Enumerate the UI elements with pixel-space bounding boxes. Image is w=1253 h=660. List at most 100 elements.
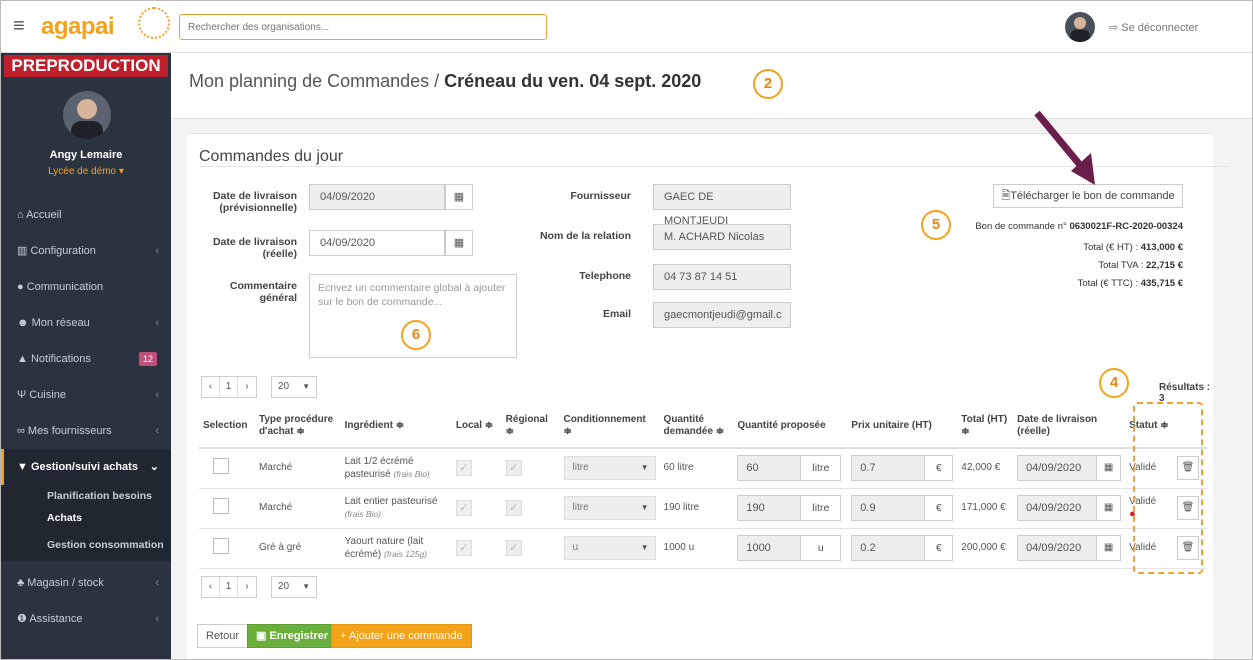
calendar-icon[interactable]: ▦ (1096, 496, 1121, 520)
page-size-select[interactable]: 20 ▼ (271, 576, 317, 598)
regional-checkbox: ✓ (505, 500, 522, 516)
calendar-icon[interactable]: ▦ (1096, 456, 1121, 481)
col-regional[interactable]: Régional ≑ (501, 404, 560, 449)
local-checkbox: ✓ (455, 540, 472, 556)
pagination-bottom[interactable]: ‹ 1 › (201, 576, 257, 598)
page-title: Mon planning de Commandes / Créneau du v… (189, 71, 702, 91)
regional-checkbox: ✓ (505, 540, 522, 556)
local-checkbox: ✓ (455, 500, 472, 516)
row-checkbox[interactable] (213, 458, 229, 475)
logout-icon: ⇨ (1109, 22, 1122, 34)
sidebar-item-stock[interactable]: ♣ Magasin / stock ‹ (1, 565, 171, 601)
pointer-arrow-icon (1034, 110, 1095, 185)
row-checkbox[interactable] (213, 538, 229, 554)
email-label: Email (602, 308, 631, 320)
add-order-button[interactable]: + Ajouter une commande (331, 624, 472, 648)
calendar-icon[interactable]: ▦ (1096, 536, 1121, 560)
results-count: Résultats : 3 (1159, 382, 1211, 404)
delivery-real-field[interactable]: 04/09/2020 (309, 230, 445, 256)
unit-price-input[interactable]: 0.7 € (851, 455, 954, 482)
subnav-planification[interactable]: Planification besoins (1, 485, 171, 507)
menu-icon[interactable]: ≡ (13, 15, 25, 38)
sidebar-item-notifications[interactable]: ▲ Notifications 12 (1, 341, 171, 377)
logout-link[interactable]: ⇨ Se déconnecter (1109, 21, 1198, 34)
conditionnement-select[interactable]: litre (563, 456, 656, 481)
save-button[interactable]: ▣ Enregistrer (247, 624, 338, 648)
sidebar-item-assistance[interactable]: ❶ Assistance ‹ (1, 601, 171, 637)
sidebar-item-cuisine[interactable]: Ψ Cuisine ‹ (1, 377, 171, 413)
status-highlight-box (1133, 402, 1203, 574)
delivery-date-input[interactable]: 04/09/2020 ▦ (1017, 495, 1122, 521)
sidebar-item-communication[interactable]: ● Communication (1, 269, 171, 305)
handshake-icon: ∞ (17, 425, 28, 437)
dropdown-arrow-icon: ▼ (302, 582, 310, 591)
unit-price-input[interactable]: 0.9 € (851, 495, 954, 521)
pagination[interactable]: ‹ 1 › (201, 376, 257, 398)
total-cell: 42,000 € (957, 448, 1014, 489)
prev-page-icon[interactable]: ‹ (202, 377, 220, 397)
chevron-left-icon: ‹ (155, 389, 159, 401)
sidebar-item-fournisseurs[interactable]: ∞ Mes fournisseurs ‹ (1, 413, 171, 449)
school-selector[interactable]: Lycée de démo ▾ (1, 166, 171, 177)
conditionnement-select[interactable]: u (563, 536, 656, 560)
conditionnement-select[interactable]: litre (563, 496, 656, 520)
unit-price-input[interactable]: 0.2 € (851, 535, 954, 561)
col-type[interactable]: Type procédure d'achat ≑ (254, 404, 341, 449)
page-number[interactable]: 1 (220, 577, 238, 597)
page-size-select[interactable]: 20 ▼ (271, 376, 317, 398)
annotation-2: 2 (753, 69, 783, 99)
page-number[interactable]: 1 (220, 377, 238, 397)
avatar[interactable] (1065, 12, 1095, 42)
relation-label: Nom de la relation (539, 230, 631, 242)
chevron-left-icon: ‹ (155, 577, 159, 589)
col-local[interactable]: Local ≑ (451, 404, 502, 449)
orders-table: Selection Type procédure d'achat ≑ Ingré… (199, 404, 1207, 569)
calendar-icon[interactable]: ▦ (445, 230, 473, 256)
save-icon: ▣ (256, 630, 270, 642)
prev-page-icon[interactable]: ‹ (202, 577, 220, 597)
type-cell: Gré à gré (254, 528, 341, 569)
annotation-6: 6 (401, 320, 431, 350)
euro-icon: € (924, 536, 953, 560)
brand-logo[interactable]: agapai (41, 13, 115, 41)
notification-count-badge: 12 (138, 352, 157, 366)
back-button[interactable]: Retour (197, 624, 249, 648)
next-page-icon[interactable]: › (238, 577, 256, 597)
profile-avatar[interactable] (63, 91, 111, 139)
subnav-achats[interactable]: Achats (1, 507, 171, 529)
logo-ring-icon (138, 7, 170, 39)
order-number: Bon de commande n° 0630021F-RC-2020-0032… (975, 221, 1183, 232)
top-bar: ≡ agapai ⇨ Se déconnecter (1, 1, 1252, 53)
delivery-planned-field[interactable]: 04/09/2020 (309, 184, 445, 210)
user-photo-icon (71, 99, 103, 139)
euro-icon: € (924, 496, 953, 520)
table-row: Marché Lait entier pasteurisé (frais Bio)… (199, 488, 1207, 529)
search-input[interactable] (179, 14, 547, 40)
chevron-left-icon: ‹ (155, 317, 159, 329)
calendar-icon[interactable]: ▦ (445, 184, 473, 210)
subnav-consommation[interactable]: Gestion consommation (1, 529, 171, 561)
phone-field: 04 73 87 14 51 (653, 264, 791, 290)
qty-proposed-input[interactable]: 190 litre (737, 495, 842, 521)
chat-icon: ● (17, 281, 27, 293)
qty-proposed-input[interactable]: 60 litre (737, 455, 842, 482)
delivery-date-input[interactable]: 04/09/2020 ▦ (1017, 455, 1122, 482)
delivery-date-input[interactable]: 04/09/2020 ▦ (1017, 535, 1122, 561)
col-total[interactable]: Total (HT) ≑ (957, 404, 1014, 449)
sidebar-item-accueil[interactable]: ⌂ Accueil (1, 197, 171, 233)
qty-requested-cell: 60 litre (659, 448, 734, 489)
col-qty-requested[interactable]: Quantité demandée ≑ (659, 404, 734, 449)
col-conditionnement[interactable]: Conditionnement ≑ (559, 404, 660, 449)
row-checkbox[interactable] (213, 498, 229, 514)
qty-proposed-input[interactable]: 1000 u (737, 535, 842, 561)
col-ingredient[interactable]: Ingrédient ≑ (340, 404, 452, 449)
sidebar: PREPRODUCTION Angy Lemaire Lycée de démo… (1, 53, 171, 659)
info-icon: ❶ (17, 613, 30, 625)
total-ttc: Total (€ TTC) : 435,715 € (1077, 278, 1183, 289)
next-page-icon[interactable]: › (238, 377, 256, 397)
chevron-left-icon: ‹ (155, 245, 159, 257)
col-selection: Selection (199, 404, 255, 449)
sidebar-item-configuration[interactable]: ▥ Configuration ‹ (1, 233, 171, 269)
sidebar-item-reseau[interactable]: ☻ Mon réseau ‹ (1, 305, 171, 341)
sidebar-item-achats[interactable]: ▼ Gestion/suivi achats ⌄ (1, 449, 171, 485)
